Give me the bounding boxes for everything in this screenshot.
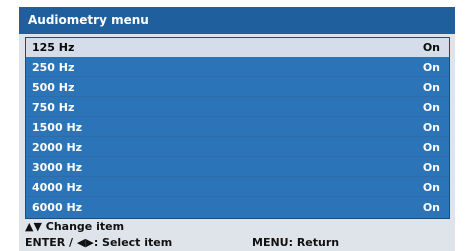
item-label: 1500 Hz (32, 121, 83, 134)
item-label: 6000 Hz (32, 201, 83, 214)
item-value: On (422, 101, 440, 114)
item-value: On (422, 61, 440, 74)
item-label: 750 Hz (32, 101, 75, 114)
divider (26, 156, 449, 157)
item-value: On (422, 41, 440, 54)
list-item-125hz[interactable]: 125 Hz On (26, 38, 449, 57)
list-item-250hz[interactable]: 250 Hz On (26, 58, 449, 77)
item-value: On (422, 121, 440, 134)
item-label: 125 Hz (32, 41, 75, 54)
divider (26, 76, 449, 77)
list-item-2000hz[interactable]: 2000 Hz On (26, 138, 449, 157)
item-label: 4000 Hz (32, 181, 83, 194)
title-bar: Audiometry menu (19, 7, 455, 34)
item-value: On (422, 141, 440, 154)
item-value: On (422, 161, 440, 174)
item-label: 2000 Hz (32, 141, 83, 154)
list-item-3000hz[interactable]: 3000 Hz On (26, 158, 449, 177)
select-item-hint: ENTER / ◀▶: Select item (25, 236, 172, 249)
divider (26, 96, 449, 97)
menu-return-hint: MENU: Return (252, 236, 340, 249)
item-value: On (422, 201, 440, 214)
list-item-4000hz[interactable]: 4000 Hz On (26, 178, 449, 197)
item-label: 250 Hz (32, 61, 75, 74)
select-item-text: : Select item (93, 236, 173, 249)
menu-title: Audiometry menu (28, 13, 149, 27)
change-item-hint: ▲▼ Change item (25, 220, 124, 233)
enter-left-right-icon: ENTER / ◀▶ (25, 236, 94, 249)
divider (26, 196, 449, 197)
divider (26, 116, 449, 117)
divider (26, 136, 449, 137)
up-down-arrows-icon: ▲▼ (25, 220, 42, 233)
item-value: On (422, 181, 440, 194)
key-hints: ▲▼ Change item ENTER / ◀▶: Select item M… (19, 219, 455, 251)
change-item-text: Change item (45, 220, 125, 233)
list-item-1500hz[interactable]: 1500 Hz On (26, 118, 449, 137)
list-item-6000hz[interactable]: 6000 Hz On (26, 198, 449, 217)
list-item-500hz[interactable]: 500 Hz On (26, 78, 449, 97)
divider (26, 176, 449, 177)
frequency-list: 125 Hz On 250 Hz On 500 Hz On 750 Hz On … (25, 37, 450, 219)
audiometry-screen: Audiometry menu 125 Hz On 250 Hz On 500 … (19, 7, 455, 251)
item-label: 500 Hz (32, 81, 75, 94)
item-label: 3000 Hz (32, 161, 83, 174)
item-value: On (422, 81, 440, 94)
list-item-750hz[interactable]: 750 Hz On (26, 98, 449, 117)
